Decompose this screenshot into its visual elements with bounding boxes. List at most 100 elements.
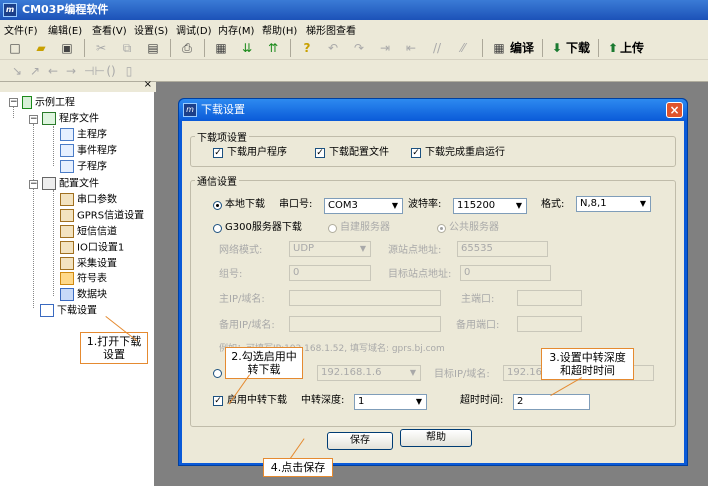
self-server-radio[interactable]: [328, 224, 337, 233]
tree-expander[interactable]: −: [29, 115, 38, 124]
tree-sms-channel[interactable]: 短信信道: [60, 225, 117, 240]
menu-view[interactable]: 查看(V): [92, 22, 127, 37]
tree-collect-settings[interactable]: 采集设置: [60, 257, 117, 272]
help-button[interactable]: 帮助: [400, 429, 472, 447]
menu-settings[interactable]: 设置(S): [134, 22, 168, 37]
cut-icon[interactable]: ✂: [92, 39, 110, 57]
menu-edit[interactable]: 编辑(E): [48, 22, 82, 37]
help-icon[interactable]: ?: [298, 39, 316, 57]
dialog-close-button[interactable]: ×: [666, 102, 683, 118]
main-ip-input[interactable]: [289, 290, 441, 306]
paste-icon[interactable]: ▤: [144, 39, 162, 57]
dialog-title: 下载设置: [201, 103, 245, 116]
upload-button[interactable]: 上传: [620, 38, 644, 58]
close-pane-icon[interactable]: ×: [144, 79, 152, 90]
chevron-down-icon: ▼: [412, 395, 426, 409]
src-addr-input[interactable]: 65535: [457, 241, 548, 257]
grid-icon[interactable]: ▦: [212, 39, 230, 57]
redo-icon[interactable]: ↷: [350, 39, 368, 57]
import-icon[interactable]: ⇊: [238, 39, 256, 57]
download-config-checkbox[interactable]: ✓: [315, 148, 325, 158]
tree-sub-program[interactable]: 子程序: [60, 160, 107, 175]
baud-rate-value: 115200: [457, 200, 496, 211]
main-port-input[interactable]: [517, 290, 582, 306]
format-select[interactable]: N,8,1 ▼: [576, 196, 651, 212]
enable-relay-checkbox[interactable]: ✓: [213, 396, 223, 406]
format-value: N,8,1: [580, 198, 607, 209]
public-server-radio[interactable]: [437, 224, 446, 233]
new-file-icon[interactable]: □: [6, 39, 24, 57]
tree-label: 主程序: [77, 129, 107, 141]
ladder-up-icon[interactable]: ↗: [26, 62, 44, 80]
tree-label: GPRS信道设置: [77, 210, 145, 222]
export-icon[interactable]: ⇈: [264, 39, 282, 57]
ladder-box-icon[interactable]: ▯: [120, 62, 138, 80]
backup-ip-input[interactable]: [289, 316, 441, 332]
local-download-radio[interactable]: [213, 201, 222, 210]
tree-expander[interactable]: −: [29, 180, 38, 189]
uncomment-icon[interactable]: ⁄⁄: [454, 39, 472, 57]
target-addr-input[interactable]: 0: [460, 265, 551, 281]
tree-root[interactable]: 示例工程: [22, 96, 75, 111]
tree-main-program[interactable]: 主程序: [60, 128, 107, 143]
relay-depth-select[interactable]: 1 ▼: [354, 394, 427, 410]
tree-gprs-settings[interactable]: GPRS信道设置: [60, 209, 144, 224]
tree-label: 短信信道: [77, 226, 117, 238]
download-button[interactable]: 下载: [566, 38, 590, 58]
download-arrow-icon[interactable]: ⬇: [548, 39, 566, 57]
toolbar-separator: [542, 39, 543, 57]
save-button[interactable]: 保存: [327, 432, 393, 450]
tree-config-files[interactable]: 配置文件: [42, 177, 99, 192]
ladder-down-icon[interactable]: ↘: [8, 62, 26, 80]
tree-pane-header: ×: [0, 79, 156, 92]
group-input[interactable]: 0: [289, 265, 371, 281]
ladder-contact-icon[interactable]: ⊣⊢: [84, 62, 105, 80]
menu-memory[interactable]: 内存(M): [218, 22, 254, 37]
callout-step4: 4.点击保存: [263, 458, 333, 477]
net-mode-label: 网络模式:: [219, 245, 263, 256]
tree-root-label: 示例工程: [35, 97, 75, 109]
menu-debug[interactable]: 调试(D): [176, 22, 212, 37]
print-icon[interactable]: ⎙: [178, 39, 196, 57]
ladder-coil-icon[interactable]: (): [102, 62, 120, 80]
compile-icon[interactable]: ▦: [490, 39, 508, 57]
timeout-label: 超时时间:: [460, 395, 504, 406]
tree-download-settings[interactable]: 下载设置: [40, 304, 97, 319]
save-icon[interactable]: ▣: [58, 39, 76, 57]
relay-server-radio[interactable]: [213, 369, 222, 378]
tree-label: 采集设置: [77, 258, 117, 270]
comment-icon[interactable]: //: [428, 39, 446, 57]
tree-serial-params[interactable]: 串口参数: [60, 193, 117, 208]
ladder-left-icon[interactable]: ←: [44, 62, 62, 80]
compile-button[interactable]: 编译: [510, 38, 534, 58]
io-icon: [60, 241, 74, 254]
tree-expander[interactable]: −: [9, 98, 18, 107]
serial-port-select[interactable]: COM3 ▼: [324, 198, 403, 214]
menu-ladder-view[interactable]: 梯形图查看: [306, 22, 356, 37]
menu-file[interactable]: 文件(F): [4, 22, 38, 37]
menu-help[interactable]: 帮助(H): [262, 22, 297, 37]
backup-port-input[interactable]: [517, 316, 582, 332]
tree-event-program[interactable]: 事件程序: [60, 144, 117, 159]
indent-icon[interactable]: ⇥: [376, 39, 394, 57]
net-mode-select[interactable]: UDP ▼: [289, 241, 371, 257]
ladder-right-icon[interactable]: →: [62, 62, 80, 80]
copy-icon[interactable]: ⧉: [118, 39, 136, 57]
restart-after-download-checkbox[interactable]: ✓: [411, 148, 421, 158]
open-folder-icon[interactable]: ▰: [32, 39, 50, 57]
tools-icon: [42, 177, 56, 190]
timeout-input[interactable]: 2: [513, 394, 590, 410]
main-toolbar: □ ▰ ▣ ✂ ⧉ ▤ ⎙ ▦ ⇊ ⇈ ? ↶ ↷ ⇥ ⇤ // ⁄⁄ ▦ 编译…: [0, 36, 708, 60]
tree-data-block[interactable]: 数据块: [60, 288, 107, 303]
tree-symbol-table[interactable]: 符号表: [60, 272, 107, 287]
document-icon: [60, 128, 74, 141]
undo-icon[interactable]: ↶: [324, 39, 342, 57]
relay-ip-select[interactable]: 192.168.1.6 ▼: [317, 365, 421, 381]
baud-rate-select[interactable]: 115200 ▼: [453, 198, 527, 214]
outdent-icon[interactable]: ⇤: [402, 39, 420, 57]
download-user-program-checkbox[interactable]: ✓: [213, 148, 223, 158]
group-label: 组号:: [219, 269, 243, 280]
g300-download-radio[interactable]: [213, 224, 222, 233]
tree-io-settings[interactable]: IO口设置1: [60, 241, 124, 256]
tree-program-files[interactable]: 程序文件: [42, 112, 99, 127]
